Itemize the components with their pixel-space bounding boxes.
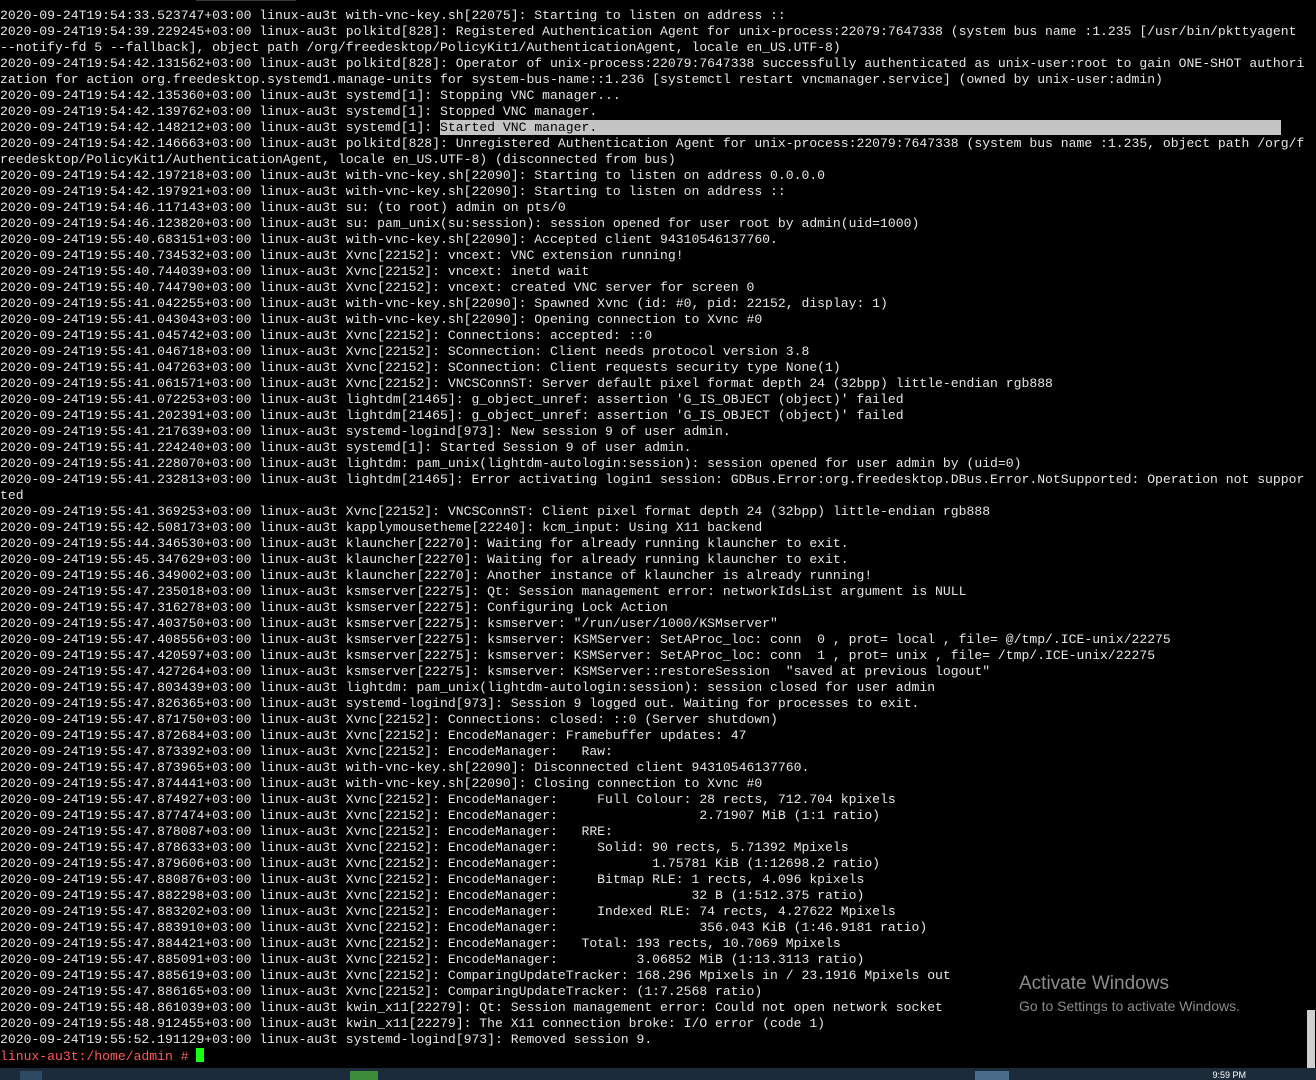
log-line: 2020-09-24T19:55:41.217639+03:00 linux-a… bbox=[0, 424, 731, 439]
log-line: 2020-09-24T19:55:41.232813+03:00 linux-a… bbox=[0, 472, 1305, 503]
log-line: 2020-09-24T19:55:41.228070+03:00 linux-a… bbox=[0, 456, 1022, 471]
active-window-taskbar-icon[interactable] bbox=[975, 1071, 1009, 1080]
log-line: 2020-09-24T19:55:41.072253+03:00 linux-a… bbox=[0, 392, 904, 407]
log-line: 2020-09-24T19:55:41.042255+03:00 linux-a… bbox=[0, 296, 888, 311]
activate-windows-watermark: Activate Windows Go to Settings to activ… bbox=[1019, 972, 1240, 1016]
taskbar-clock[interactable]: 9:59 PM bbox=[1212, 1070, 1246, 1080]
log-line: 2020-09-24T19:55:40.744039+03:00 linux-a… bbox=[0, 264, 590, 279]
terminal-taskbar-icon[interactable] bbox=[350, 1071, 378, 1080]
log-line: 2020-09-24T19:55:47.874927+03:00 linux-a… bbox=[0, 792, 896, 807]
log-line: 2020-09-24T19:55:47.879606+03:00 linux-a… bbox=[0, 856, 881, 871]
scrollbar-thumb[interactable] bbox=[1307, 1010, 1315, 1068]
previous-window-fragment bbox=[196, 0, 296, 5]
log-line: 2020-09-24T19:54:46.117143+03:00 linux-a… bbox=[0, 200, 566, 215]
log-line: 2020-09-24T19:54:42.148212+03:00 linux-a… bbox=[0, 120, 1306, 136]
log-line-prefix: 2020-09-24T19:54:42.148212+03:00 linux-a… bbox=[0, 120, 441, 135]
log-line: 2020-09-24T19:55:46.349002+03:00 linux-a… bbox=[0, 568, 873, 583]
log-line: 2020-09-24T19:55:47.872684+03:00 linux-a… bbox=[0, 728, 747, 743]
log-line: 2020-09-24T19:55:40.734532+03:00 linux-a… bbox=[0, 248, 684, 263]
watermark-title: Activate Windows bbox=[1019, 973, 1169, 994]
log-line: 2020-09-24T19:55:41.061571+03:00 linux-a… bbox=[0, 376, 1053, 391]
log-line: 2020-09-24T19:55:47.803439+03:00 linux-a… bbox=[0, 680, 936, 695]
log-line: 2020-09-24T19:54:39.229245+03:00 linux-a… bbox=[0, 24, 1305, 55]
log-line: 2020-09-24T19:55:47.883202+03:00 linux-a… bbox=[0, 904, 896, 919]
log-line: 2020-09-24T19:55:45.347629+03:00 linux-a… bbox=[0, 552, 849, 567]
shell-prompt-line[interactable]: linux-au3t:/home/admin # bbox=[0, 1048, 1306, 1064]
terminal-output[interactable]: 2020-09-24T19:54:33.523747+03:00 linux-a… bbox=[0, 8, 1306, 1068]
log-line: 2020-09-24T19:54:42.197218+03:00 linux-a… bbox=[0, 168, 826, 183]
shell-prompt: linux-au3t:/home/admin # bbox=[0, 1049, 197, 1064]
log-line: 2020-09-24T19:55:47.884421+03:00 linux-a… bbox=[0, 936, 841, 951]
window-top-edge bbox=[0, 0, 1316, 8]
log-line: 2020-09-24T19:54:42.135360+03:00 linux-a… bbox=[0, 88, 621, 103]
log-line: 2020-09-24T19:55:47.873392+03:00 linux-a… bbox=[0, 744, 613, 759]
log-line: 2020-09-24T19:54:42.131562+03:00 linux-a… bbox=[0, 56, 1305, 87]
log-line: 2020-09-24T19:55:47.316278+03:00 linux-a… bbox=[0, 600, 668, 615]
log-line: 2020-09-24T19:55:41.369253+03:00 linux-a… bbox=[0, 504, 991, 519]
log-line: 2020-09-24T19:54:46.123820+03:00 linux-a… bbox=[0, 216, 920, 231]
log-line: 2020-09-24T19:55:47.878087+03:00 linux-a… bbox=[0, 824, 613, 839]
terminal-scrollbar[interactable] bbox=[1306, 0, 1316, 1068]
log-line: 2020-09-24T19:55:47.883910+03:00 linux-a… bbox=[0, 920, 928, 935]
watermark-subtitle: Go to Settings to activate Windows. bbox=[1019, 998, 1240, 1014]
log-line: 2020-09-24T19:54:42.197921+03:00 linux-a… bbox=[0, 184, 786, 199]
text-cursor bbox=[196, 1048, 205, 1062]
log-line: 2020-09-24T19:55:41.202391+03:00 linux-a… bbox=[0, 408, 904, 423]
start-button-icon[interactable] bbox=[20, 1071, 42, 1080]
log-line: 2020-09-24T19:55:52.191129+03:00 linux-a… bbox=[0, 1032, 653, 1047]
log-line: 2020-09-24T19:55:44.346530+03:00 linux-a… bbox=[0, 536, 849, 551]
log-line: 2020-09-24T19:55:47.878633+03:00 linux-a… bbox=[0, 840, 849, 855]
log-line: 2020-09-24T19:55:47.420597+03:00 linux-a… bbox=[0, 648, 1156, 663]
log-line: 2020-09-24T19:55:47.235018+03:00 linux-a… bbox=[0, 584, 967, 599]
log-line: 2020-09-24T19:55:41.045742+03:00 linux-a… bbox=[0, 328, 653, 343]
log-line: 2020-09-24T19:54:33.523747+03:00 linux-a… bbox=[0, 8, 786, 23]
log-line: 2020-09-24T19:54:42.146663+03:00 linux-a… bbox=[0, 136, 1305, 167]
log-line: 2020-09-24T19:55:47.880876+03:00 linux-a… bbox=[0, 872, 865, 887]
log-line: 2020-09-24T19:55:47.408556+03:00 linux-a… bbox=[0, 632, 1171, 647]
taskbar[interactable]: 9:59 PM bbox=[0, 1068, 1316, 1080]
log-line: 2020-09-24T19:55:41.224240+03:00 linux-a… bbox=[0, 440, 692, 455]
log-line: 2020-09-24T19:55:47.873965+03:00 linux-a… bbox=[0, 760, 810, 775]
log-line: 2020-09-24T19:55:47.403750+03:00 linux-a… bbox=[0, 616, 778, 631]
selected-text-highlight[interactable]: Started VNC manager. bbox=[440, 120, 1281, 135]
log-line: 2020-09-24T19:55:47.885091+03:00 linux-a… bbox=[0, 952, 865, 967]
log-line: 2020-09-24T19:55:41.043043+03:00 linux-a… bbox=[0, 312, 763, 327]
log-line: 2020-09-24T19:54:42.139762+03:00 linux-a… bbox=[0, 104, 598, 119]
log-line: 2020-09-24T19:55:47.826365+03:00 linux-a… bbox=[0, 696, 920, 711]
log-line: 2020-09-24T19:55:42.508173+03:00 linux-a… bbox=[0, 520, 763, 535]
log-line: 2020-09-24T19:55:47.882298+03:00 linux-a… bbox=[0, 888, 865, 903]
log-line: 2020-09-24T19:55:40.683151+03:00 linux-a… bbox=[0, 232, 778, 247]
log-line: 2020-09-24T19:55:48.912455+03:00 linux-a… bbox=[0, 1016, 826, 1031]
log-line: 2020-09-24T19:55:41.046718+03:00 linux-a… bbox=[0, 344, 810, 359]
log-line: 2020-09-24T19:55:47.877474+03:00 linux-a… bbox=[0, 808, 881, 823]
log-line: 2020-09-24T19:55:41.047263+03:00 linux-a… bbox=[0, 360, 841, 375]
log-line: 2020-09-24T19:55:40.744790+03:00 linux-a… bbox=[0, 280, 755, 295]
log-line: 2020-09-24T19:55:47.871750+03:00 linux-a… bbox=[0, 712, 778, 727]
log-line: 2020-09-24T19:55:47.874441+03:00 linux-a… bbox=[0, 776, 763, 791]
log-line: 2020-09-24T19:55:47.427264+03:00 linux-a… bbox=[0, 664, 991, 679]
